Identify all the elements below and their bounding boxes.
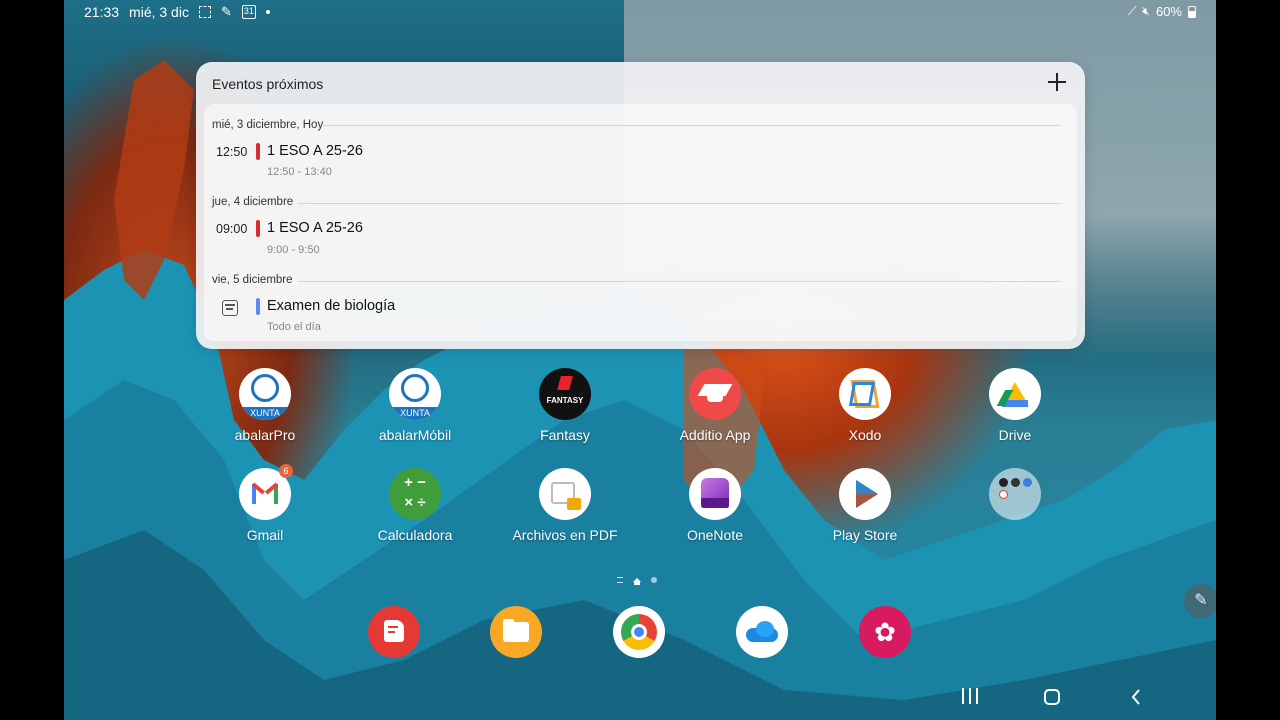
app-gmail[interactable]: 6 Gmail (205, 464, 325, 543)
event-range: Todo el día (267, 321, 321, 333)
edit-pencil-button[interactable]: ✎ (1184, 584, 1216, 618)
event-color-bar (256, 143, 260, 160)
navigation-bar (64, 676, 1216, 720)
event-range: 12:50 - 13:40 (267, 166, 332, 178)
divider (298, 203, 1061, 204)
page-indicator-lines-icon[interactable] (617, 577, 623, 583)
mute-icon: 🔇︎ (1142, 4, 1150, 18)
chrome-icon[interactable] (613, 606, 665, 658)
play-store-icon (839, 468, 891, 520)
app-label: Drive (998, 427, 1032, 443)
app-label: Fantasy (540, 427, 590, 443)
files-icon[interactable] (490, 606, 542, 658)
clock: 21:33 (84, 4, 120, 20)
plus-icon[interactable] (1045, 70, 1069, 94)
app-label: Additio App (679, 427, 751, 443)
app-label: OneNote (686, 527, 744, 543)
event-title: Examen de biología (267, 298, 396, 314)
event-title: 1 ESO A 25-26 (267, 220, 363, 236)
page-indicator-dot[interactable] (651, 577, 657, 583)
recent-apps-button[interactable] (961, 688, 979, 704)
wifi-off-icon: ⟋ (1128, 4, 1137, 18)
back-button[interactable] (1130, 689, 1142, 705)
onedrive-icon[interactable] (736, 606, 788, 658)
app-folder[interactable] (955, 468, 1075, 527)
drive-icon (989, 368, 1041, 420)
event-time: 09:00 (216, 222, 248, 236)
onenote-icon (689, 468, 741, 520)
app-label: Play Store (832, 527, 898, 543)
day-header: jue, 4 diciembre (212, 196, 294, 208)
app-abalarpro[interactable]: XUNTA abalarPro (205, 368, 325, 443)
notes-icon[interactable] (368, 606, 420, 658)
folder-icon (989, 468, 1041, 520)
date: mié, 3 dic (129, 4, 189, 20)
event-range: 9:00 - 9:50 (267, 244, 320, 256)
xunta-icon: XUNTA (239, 368, 291, 420)
event-color-bar (256, 298, 260, 315)
day-header: vie, 5 diciembre (212, 274, 293, 286)
xodo-icon (839, 368, 891, 420)
calendar-icon (222, 300, 238, 316)
app-calculadora[interactable]: + − × ÷ Calculadora (355, 468, 475, 543)
app-additio[interactable]: Additio App (655, 368, 775, 443)
events-list: mié, 3 diciembre, Hoy 12:50 1 ESO A 25-2… (204, 104, 1077, 341)
event-time: 12:50 (216, 145, 248, 159)
battery-icon (1188, 5, 1196, 18)
app-drive[interactable]: Drive (955, 368, 1075, 443)
app-label: Calculadora (377, 527, 453, 543)
event-color-bar (256, 220, 260, 237)
graduation-cap-icon (689, 368, 741, 420)
app-onenote[interactable]: OneNote (655, 468, 775, 543)
status-bar: 21:33 mié, 3 dic ✎ 31 ⟋ 🔇︎ 60% (64, 0, 1216, 24)
app-xodo[interactable]: Xodo (805, 368, 925, 443)
divider (298, 281, 1061, 282)
pen-icon: ✎ (220, 4, 232, 19)
home-screen: 21:33 mié, 3 dic ✎ 31 ⟋ 🔇︎ 60% Eventos p… (64, 0, 1216, 720)
divider (322, 125, 1061, 126)
home-button[interactable] (1044, 689, 1060, 705)
widget-title: Eventos próximos (212, 76, 324, 92)
screenshot-icon (198, 6, 211, 18)
flower-icon[interactable]: ✿ (859, 606, 911, 658)
app-label: Gmail (246, 527, 284, 543)
app-label: Xodo (848, 427, 882, 443)
dot-icon (265, 10, 270, 14)
xunta-icon: XUNTA (389, 368, 441, 420)
upcoming-events-widget[interactable]: Eventos próximos mié, 3 diciembre, Hoy 1… (196, 62, 1085, 349)
app-archivos-pdf[interactable]: Archivos en PDF (505, 468, 625, 543)
event-title: 1 ESO A 25-26 (267, 143, 363, 159)
page-indicator-home-icon[interactable] (633, 578, 641, 585)
calendar-icon: 31 (241, 5, 256, 19)
app-label: abalarMóbil (378, 427, 452, 443)
app-play-store[interactable]: Play Store (805, 468, 925, 543)
app-label: Archivos en PDF (512, 527, 618, 543)
calculator-icon: + − × ÷ (389, 468, 441, 520)
app-fantasy[interactable]: FANTASY Fantasy (505, 368, 625, 443)
page-indicator (617, 577, 657, 585)
pdf-files-icon (539, 468, 591, 520)
fantasy-icon: FANTASY (539, 368, 591, 420)
app-abalarmobil[interactable]: XUNTA abalarMóbil (355, 368, 475, 443)
battery-level: 60% (1155, 4, 1182, 19)
notification-badge: 6 (279, 464, 293, 478)
day-header: mié, 3 diciembre, Hoy (212, 119, 324, 131)
pencil-icon: ✎ (1194, 592, 1208, 609)
app-label: abalarPro (234, 427, 296, 443)
